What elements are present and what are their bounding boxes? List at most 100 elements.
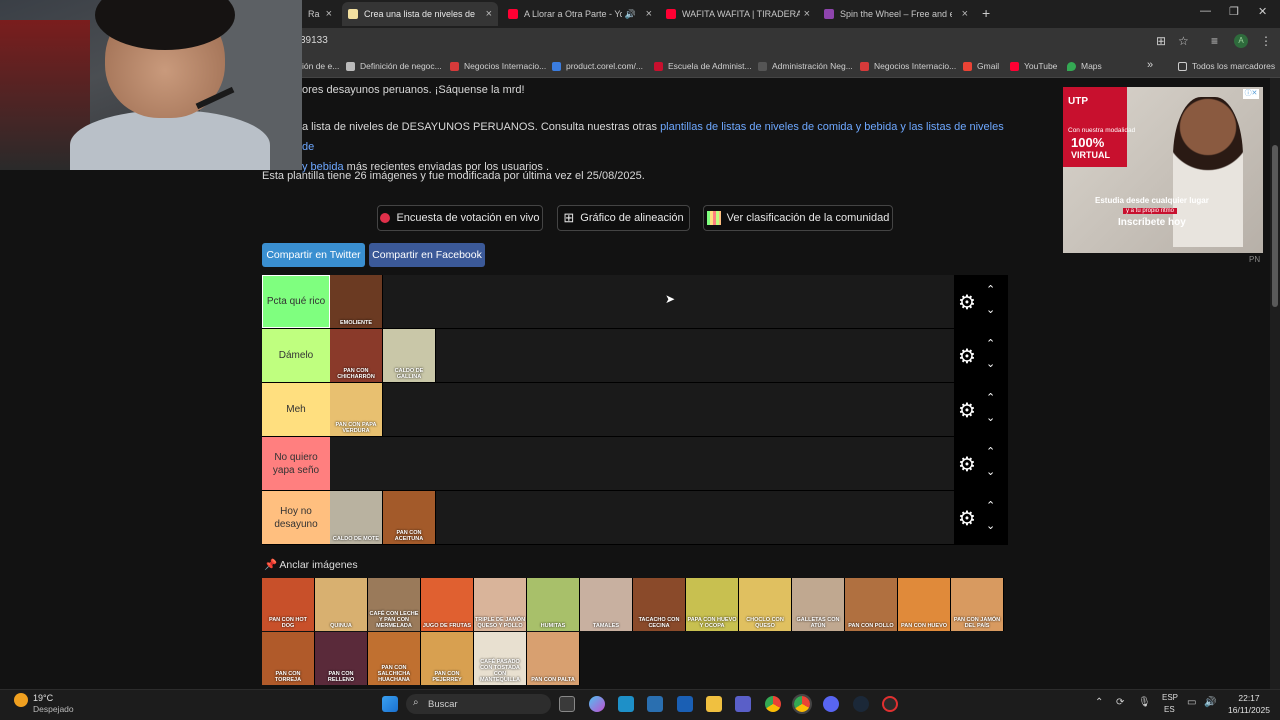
close-icon[interactable]: ×: [326, 8, 332, 20]
food-item[interactable]: CALDO DE GALLINA: [383, 329, 436, 382]
close-icon[interactable]: ×: [804, 8, 810, 20]
task-view-icon[interactable]: [559, 696, 575, 712]
food-item[interactable]: EMOLIENTE: [330, 275, 383, 328]
discord-icon[interactable]: [823, 696, 839, 712]
share-facebook-button[interactable]: Compartir en Facebook: [369, 243, 485, 267]
close-icon[interactable]: ×: [486, 8, 492, 20]
chevron-up-icon[interactable]: ⌃: [986, 391, 995, 404]
bookmark-5[interactable]: Administración Neg...: [758, 61, 853, 71]
close-icon[interactable]: ×: [646, 8, 652, 20]
bookmark-youtube[interactable]: YouTube: [1010, 61, 1057, 71]
tier-label[interactable]: Dámelo: [262, 329, 330, 382]
alignment-chart-button[interactable]: ⊞ Gráfico de alineación: [557, 205, 690, 231]
tier-label[interactable]: Hoy no desayuno: [262, 491, 330, 544]
food-item[interactable]: PAN CON CHICHARRÓN: [330, 329, 383, 382]
anchor-images-toggle[interactable]: 📌 Anclar imágenes: [264, 558, 358, 571]
close-icon[interactable]: ×: [962, 8, 968, 20]
chevron-up-icon[interactable]: ⌃: [986, 445, 995, 458]
close-window-icon[interactable]: ✕: [1258, 5, 1267, 18]
share-twitter-button[interactable]: Compartir en Twitter: [262, 243, 365, 267]
weather-temp[interactable]: 19°C: [33, 693, 53, 703]
chevron-down-icon[interactable]: ⌄: [986, 411, 995, 424]
pool-food-item[interactable]: CHOCLO CON QUESO: [739, 578, 792, 631]
bookmark-6[interactable]: Negocios Internacio...: [860, 61, 956, 71]
bookmark-0[interactable]: ión de e...: [302, 61, 339, 71]
chevron-down-icon[interactable]: ⌄: [986, 465, 995, 478]
steam-icon[interactable]: [853, 696, 869, 712]
bookmark-maps[interactable]: Maps: [1067, 61, 1102, 71]
pool-food-item[interactable]: HUMITAS: [527, 578, 580, 631]
bookmark-4[interactable]: Escuela de Administ...: [654, 61, 752, 71]
profile-avatar[interactable]: A: [1234, 34, 1248, 48]
outlook-icon[interactable]: [677, 696, 693, 712]
pool-food-item[interactable]: CAFÉ CON LECHE Y PAN CON MERMELADA: [368, 578, 421, 631]
scrollbar-thumb[interactable]: [1272, 145, 1278, 307]
utp-advertisement[interactable]: UTP Con nuestra modalidad 100% VIRTUAL E…: [1063, 87, 1263, 253]
chevron-up-icon[interactable]: ⌃: [986, 337, 995, 350]
chrome-icon[interactable]: [765, 696, 781, 712]
pool-food-item[interactable]: PAN CON POLLO: [845, 578, 898, 631]
gear-icon[interactable]: ⚙: [958, 344, 976, 369]
chevron-down-icon[interactable]: ⌄: [986, 357, 995, 370]
pool-food-item[interactable]: TRIPLE DE JAMÓN QUESO Y POLLO: [474, 578, 527, 631]
pool-food-item[interactable]: PAPA CON HUEVO Y OCOPA: [686, 578, 739, 631]
language-code[interactable]: ESP: [1162, 693, 1178, 702]
speaker-icon[interactable]: 🔊: [625, 9, 636, 20]
gear-icon[interactable]: ⚙: [958, 290, 976, 315]
sync-icon[interactable]: ⟳: [1116, 697, 1124, 708]
weather-sun-icon[interactable]: [14, 693, 28, 707]
network-icon[interactable]: ▭: [1187, 697, 1196, 708]
chevron-up-icon[interactable]: ⌃: [986, 283, 995, 296]
chevron-up-icon[interactable]: ⌃: [1095, 697, 1103, 708]
minimize-icon[interactable]: —: [1200, 5, 1211, 17]
pool-food-item[interactable]: CAFÉ PASADO CON TOSTADA CON MANTEQUILLA: [474, 632, 527, 685]
food-item[interactable]: PAN CON ACEITUNA: [383, 491, 436, 544]
bookmark-3[interactable]: product.corel.com/...: [552, 61, 643, 71]
community-ranking-button[interactable]: Ver clasificación de la comunidad: [703, 205, 893, 231]
bookmark-star-icon[interactable]: ☆: [1178, 34, 1189, 48]
pool-food-item[interactable]: GALLETAS CON ATÚN: [792, 578, 845, 631]
pool-food-item[interactable]: PAN CON HOT DOG: [262, 578, 315, 631]
tab-2[interactable]: A Llorar a Otra Parte - YouT 🔊 ×: [502, 2, 658, 26]
chevron-down-icon[interactable]: ⌄: [986, 303, 995, 316]
pool-food-item[interactable]: JUGO DE FRUTAS: [421, 578, 474, 631]
tier-label[interactable]: No quiero yapa seño: [262, 437, 330, 490]
all-bookmarks-folder[interactable]: Todos los marcadores: [1178, 61, 1275, 71]
volume-icon[interactable]: 🔊: [1204, 697, 1216, 708]
pool-food-item[interactable]: PAN CON PEJERREY: [421, 632, 474, 685]
food-item[interactable]: PAN CON PAPA VERDURA: [330, 383, 383, 436]
tab-3[interactable]: WAFITA WAFITA | TIRADERA A ×: [660, 2, 816, 26]
pool-food-item[interactable]: TAMALES: [580, 578, 633, 631]
bookmarks-overflow-icon[interactable]: »: [1147, 59, 1153, 71]
tab-4[interactable]: Spin the Wheel – Free and easy ×: [818, 2, 974, 26]
bookmark-2[interactable]: Negocios Internacio...: [450, 61, 546, 71]
tab-0[interactable]: Ra ×: [302, 2, 338, 26]
ad-choices-icon[interactable]: ⓘ✕: [1243, 89, 1259, 99]
tab-1[interactable]: Crea una lista de niveles de DES ×: [342, 2, 498, 26]
chevron-down-icon[interactable]: ⌄: [986, 519, 995, 532]
bookmark-gmail[interactable]: Gmail: [963, 61, 999, 71]
pool-food-item[interactable]: PAN CON PALTA: [527, 632, 580, 685]
restore-icon[interactable]: ❐: [1229, 5, 1239, 18]
gear-icon[interactable]: ⚙: [958, 398, 976, 423]
media-control-icon[interactable]: ≡: [1211, 34, 1218, 48]
copilot-icon[interactable]: [589, 696, 605, 712]
pool-food-item[interactable]: PAN CON HUEVO: [898, 578, 951, 631]
gear-icon[interactable]: ⚙: [958, 506, 976, 531]
food-item[interactable]: CALDO DE MOTE: [330, 491, 383, 544]
file-explorer-icon[interactable]: [706, 696, 722, 712]
chrome-profile-icon[interactable]: [792, 694, 812, 714]
live-poll-button[interactable]: Encuesta de votación en vivo: [377, 205, 543, 231]
translate-icon[interactable]: ⊞: [1156, 34, 1166, 48]
store-icon[interactable]: [647, 696, 663, 712]
app-icon[interactable]: [882, 696, 898, 712]
pool-food-item[interactable]: PAN CON SALCHICHA HUACHANA: [368, 632, 421, 685]
clock-time[interactable]: 22:17: [1228, 693, 1270, 703]
edge-icon[interactable]: [618, 696, 634, 712]
url-field[interactable]: 39133: [300, 35, 328, 46]
taskbar-search[interactable]: ⌕ Buscar: [406, 694, 551, 714]
bookmark-1[interactable]: Definición de negoc...: [346, 61, 442, 71]
gear-icon[interactable]: ⚙: [958, 452, 976, 477]
pool-food-item[interactable]: PAN CON RELLENO: [315, 632, 368, 685]
new-tab-button[interactable]: +: [982, 5, 990, 21]
